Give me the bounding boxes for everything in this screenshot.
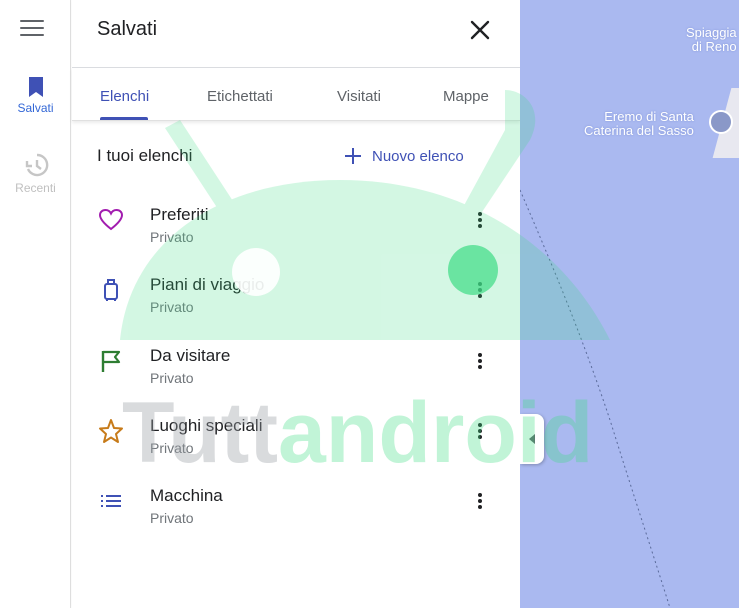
list-item-da-visitare[interactable]: Da visitare Privato xyxy=(72,346,520,410)
list-item-name: Luoghi speciali xyxy=(150,416,263,435)
new-list-button[interactable]: Nuovo elenco xyxy=(344,145,464,167)
list-item-preferiti[interactable]: Preferiti Privato xyxy=(72,205,520,269)
ferry-route xyxy=(520,189,671,608)
tab-visitati[interactable]: Visitati xyxy=(337,88,381,105)
menu-icon[interactable] xyxy=(20,20,44,40)
list-item-visibility: Privato xyxy=(150,440,194,456)
list-item-visibility: Privato xyxy=(150,510,194,526)
close-icon xyxy=(470,20,490,40)
saved-panel: Salvati Elenchi Etichettati Visitati Map… xyxy=(72,0,520,608)
new-list-label: Nuovo elenco xyxy=(372,147,464,165)
map-label-beach[interactable]: Spiaggia di Reno xyxy=(686,26,737,54)
rail-item-saved[interactable]: Salvati xyxy=(0,76,71,115)
church-poi-icon[interactable] xyxy=(709,110,733,134)
list-item-name: Macchina xyxy=(150,486,223,505)
rail-item-saved-label: Salvati xyxy=(17,101,54,115)
list-item-visibility: Privato xyxy=(150,299,194,315)
active-tab-indicator xyxy=(100,117,148,120)
panel-header: Salvati xyxy=(72,0,520,68)
list-item-visibility: Privato xyxy=(150,229,194,245)
more-options-icon[interactable] xyxy=(470,210,490,234)
left-rail: Salvati Recenti xyxy=(0,0,71,608)
close-button[interactable] xyxy=(469,19,491,41)
map-label-beach-text: Spiaggia di Reno xyxy=(686,25,737,54)
rail-item-recent[interactable]: Recenti xyxy=(0,152,71,195)
collapse-panel-button[interactable] xyxy=(520,414,544,464)
list-item-luoghi-speciali[interactable]: Luoghi speciali Privato xyxy=(72,416,520,480)
list-item-visibility: Privato xyxy=(150,370,194,386)
rail-item-recent-label: Recenti xyxy=(15,181,56,195)
list-item-macchina[interactable]: Macchina Privato xyxy=(72,486,520,550)
flag-icon xyxy=(101,350,121,372)
more-options-icon[interactable] xyxy=(470,351,490,375)
list-icon xyxy=(101,495,121,507)
more-options-icon[interactable] xyxy=(470,421,490,445)
history-icon xyxy=(25,153,48,177)
tab-bar: Elenchi Etichettati Visitati Mappe xyxy=(72,68,520,121)
map-label-hermitage-text: Eremo di Santa Caterina del Sasso xyxy=(584,109,694,138)
star-icon xyxy=(99,419,123,443)
heart-icon xyxy=(98,208,124,231)
list-item-piani-di-viaggio[interactable]: Piani di viaggio Privato xyxy=(72,275,520,339)
suitcase-icon xyxy=(104,279,118,301)
map-canvas[interactable]: Spiaggia di Reno Eremo di Santa Caterina… xyxy=(520,0,739,608)
tab-etichettati[interactable]: Etichettati xyxy=(207,88,273,105)
more-options-icon[interactable] xyxy=(470,280,490,304)
tab-mappe[interactable]: Mappe xyxy=(443,88,489,105)
list-item-name: Preferiti xyxy=(150,205,209,224)
chevron-left-icon xyxy=(529,434,535,444)
lists-heading: I tuoi elenchi xyxy=(97,146,193,165)
tab-elenchi[interactable]: Elenchi xyxy=(100,88,149,105)
plus-icon xyxy=(345,148,361,164)
map-label-hermitage[interactable]: Eremo di Santa Caterina del Sasso xyxy=(584,110,694,138)
list-item-name: Da visitare xyxy=(150,346,231,365)
bookmark-icon xyxy=(28,77,43,97)
panel-title: Salvati xyxy=(97,18,158,40)
more-options-icon[interactable] xyxy=(470,491,490,515)
list-item-name: Piani di viaggio xyxy=(150,275,265,294)
